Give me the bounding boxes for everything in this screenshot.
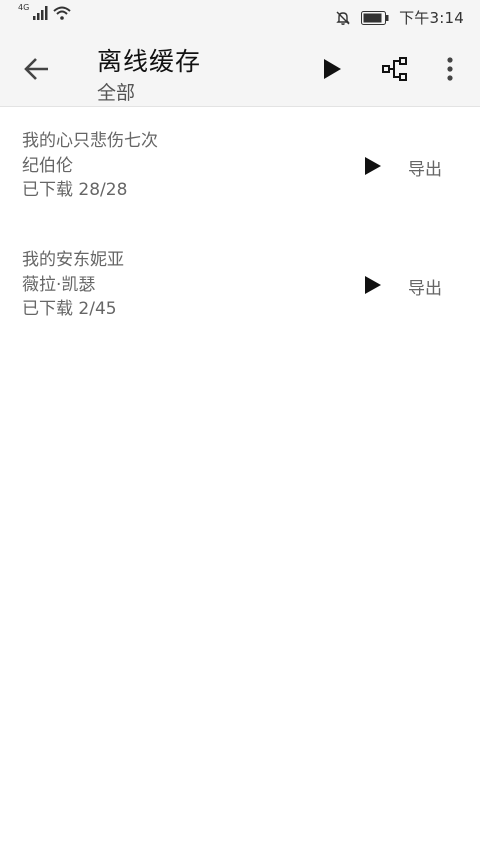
item-progress: 已下载 2/45: [22, 299, 117, 319]
bell-off-icon: [336, 11, 350, 25]
list-item[interactable]: 我的心只悲伤七次 纪伯伦 已下载 28/28 导出: [0, 107, 480, 226]
app-bar: 离线缓存 全部: [0, 32, 480, 107]
export-button[interactable]: 导出: [408, 274, 442, 299]
battery-icon: [361, 10, 389, 25]
export-button[interactable]: 导出: [408, 155, 442, 180]
page-subtitle: 全部: [97, 82, 136, 104]
play-icon[interactable]: [360, 154, 384, 178]
play-icon[interactable]: [360, 273, 384, 297]
network-type: 4G: [18, 3, 30, 12]
status-bar: 4G 下午3:14: [0, 0, 480, 32]
page-title: 离线缓存: [97, 47, 202, 76]
status-left: 4G: [18, 3, 71, 20]
item-artist: 纪伯伦: [22, 155, 73, 176]
tree-icon[interactable]: [380, 54, 410, 84]
play-all-icon[interactable]: [318, 56, 344, 82]
list-item[interactable]: 我的安东妮亚 薇拉·凯瑟 已下载 2/45 导出: [0, 226, 480, 345]
status-right: 下午3:14: [335, 7, 464, 28]
item-text: 我的心只悲伤七次 纪伯伦 已下载 28/28: [22, 129, 158, 203]
wifi-icon: [53, 6, 71, 20]
item-text: 我的安东妮亚 薇拉·凯瑟 已下载 2/45: [22, 248, 124, 322]
item-song-title: 我的安东妮亚: [22, 250, 124, 270]
signal-icon: [33, 6, 48, 20]
more-vert-icon[interactable]: [440, 54, 460, 84]
clock: 下午3:14: [399, 9, 464, 27]
item-artist: 薇拉·凯瑟: [22, 274, 96, 295]
item-progress: 已下载 28/28: [22, 180, 128, 200]
download-list: 我的心只悲伤七次 纪伯伦 已下载 28/28 导出 我的安东妮亚 薇拉·凯瑟 已…: [0, 107, 480, 345]
item-song-title: 我的心只悲伤七次: [22, 131, 158, 151]
back-arrow-icon[interactable]: [22, 54, 52, 84]
